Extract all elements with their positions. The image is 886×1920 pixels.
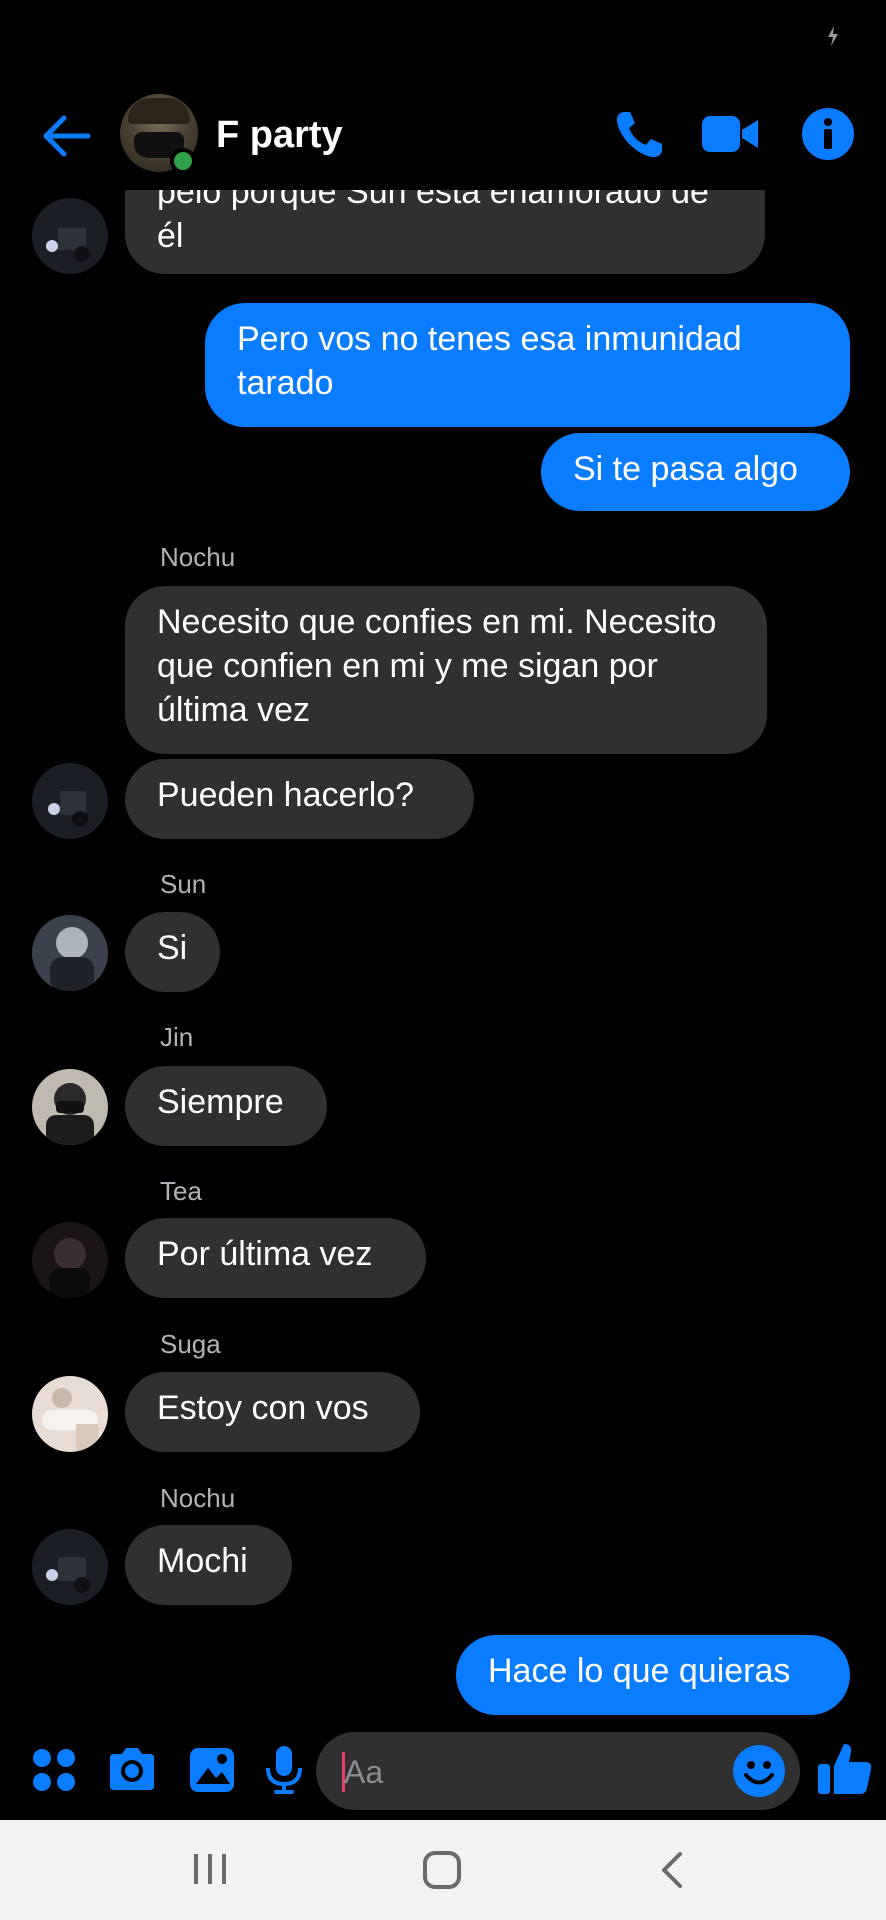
message-bubble[interactable]: Si [125, 912, 220, 992]
message-composer [0, 1720, 886, 1820]
message-bubble[interactable]: Por última vez [125, 1218, 426, 1298]
chat-header: F party [0, 80, 886, 190]
message-bubble[interactable]: Necesito que confies en mi. Necesito que… [125, 586, 767, 754]
message-bubble[interactable]: Pero vos no tenes esa inmunidad tarado [205, 303, 850, 427]
avatar-jin[interactable] [32, 1069, 108, 1145]
home-icon[interactable] [412, 1848, 472, 1892]
info-icon[interactable] [798, 104, 858, 164]
sender-name: Nochu [160, 542, 236, 572]
message-bubble[interactable]: Siempre [125, 1066, 327, 1146]
message-bubble[interactable]: Pueden hacerlo? [125, 759, 474, 839]
avatar-sun[interactable] [32, 915, 108, 991]
phone-icon[interactable] [610, 104, 670, 164]
message-input-wrap[interactable] [316, 1732, 800, 1810]
video-camera-icon[interactable] [700, 104, 760, 164]
message-bubble[interactable]: Hace lo que quieras [456, 1635, 850, 1715]
sender-name: Jin [160, 1022, 194, 1052]
avatar-nochu[interactable] [32, 1529, 108, 1605]
message-input[interactable] [342, 1746, 706, 1798]
sender-name: Nochu [160, 1483, 236, 1513]
emoji-icon[interactable] [732, 1744, 786, 1798]
microphone-icon[interactable] [256, 1742, 312, 1798]
sender-name: Tea [160, 1176, 202, 1206]
sender-name: Sun [160, 869, 207, 899]
gallery-icon[interactable] [184, 1742, 240, 1798]
avatar-suga[interactable] [32, 1376, 108, 1452]
message-bubble[interactable]: Si te pasa algo [541, 433, 850, 511]
recent-apps-icon[interactable] [180, 1848, 240, 1892]
status-bar [0, 0, 886, 80]
avatar-nochu[interactable] [32, 763, 108, 839]
apps-icon[interactable] [26, 1742, 82, 1798]
message-bubble[interactable]: Mochi [125, 1525, 292, 1605]
message-bubble[interactable]: Estoy con vos [125, 1372, 420, 1452]
online-status-dot [170, 148, 196, 174]
back-icon[interactable] [642, 1848, 702, 1892]
avatar-nochu[interactable] [32, 198, 108, 274]
camera-icon[interactable] [104, 1742, 160, 1798]
system-nav-bar [0, 1820, 886, 1920]
thumbs-up-icon[interactable] [814, 1738, 874, 1798]
charging-icon [828, 26, 838, 46]
arrow-left-icon[interactable] [38, 108, 94, 164]
avatar-tea[interactable] [32, 1222, 108, 1298]
chat-title[interactable]: F party [216, 110, 343, 160]
sender-name: Suga [160, 1329, 221, 1359]
